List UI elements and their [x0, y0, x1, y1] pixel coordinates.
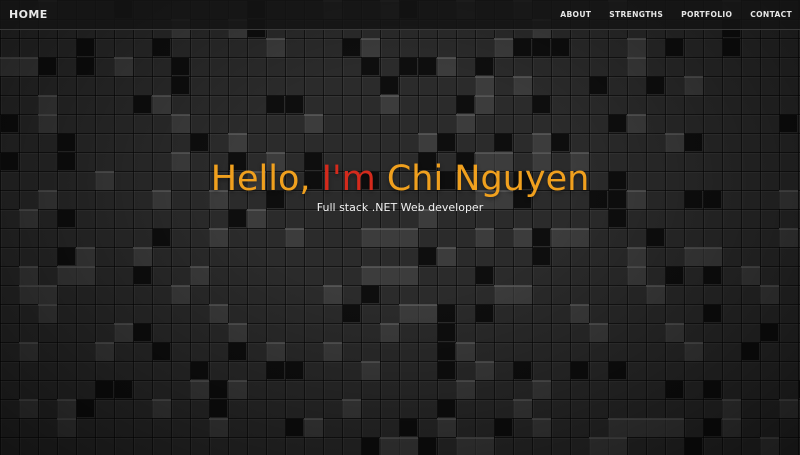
hero-title-accent: I'm [321, 159, 376, 199]
hero-title: Hello, I'm Chi Nguyen [0, 158, 800, 200]
nav-menu: ABOUT STRENGTHS PORTFOLIO CONTACT [542, 10, 792, 19]
home-link[interactable]: HOME [9, 8, 48, 21]
cube-pattern [0, 0, 800, 455]
hero-title-name: Chi Nguyen [375, 159, 590, 199]
nav-item-about: ABOUT [542, 10, 591, 19]
nav-item-contact: CONTACT [732, 10, 792, 19]
nav-item-strengths: STRENGTHS [591, 10, 663, 19]
navbar: HOME ABOUT STRENGTHS PORTFOLIO CONTACT [0, 0, 800, 30]
about-link[interactable]: ABOUT [560, 10, 591, 19]
hero-subtitle: Full stack .NET Web developer [316, 201, 484, 214]
strengths-link[interactable]: STRENGTHS [609, 10, 663, 19]
contact-link[interactable]: CONTACT [750, 10, 792, 19]
hero: Hello, I'm Chi Nguyen Full stack .NET We… [0, 158, 800, 215]
page: HOME ABOUT STRENGTHS PORTFOLIO CONTACT H… [0, 0, 800, 455]
hero-title-greeting: Hello, [210, 159, 322, 199]
portfolio-link[interactable]: PORTFOLIO [681, 10, 732, 19]
nav-item-portfolio: PORTFOLIO [663, 10, 732, 19]
